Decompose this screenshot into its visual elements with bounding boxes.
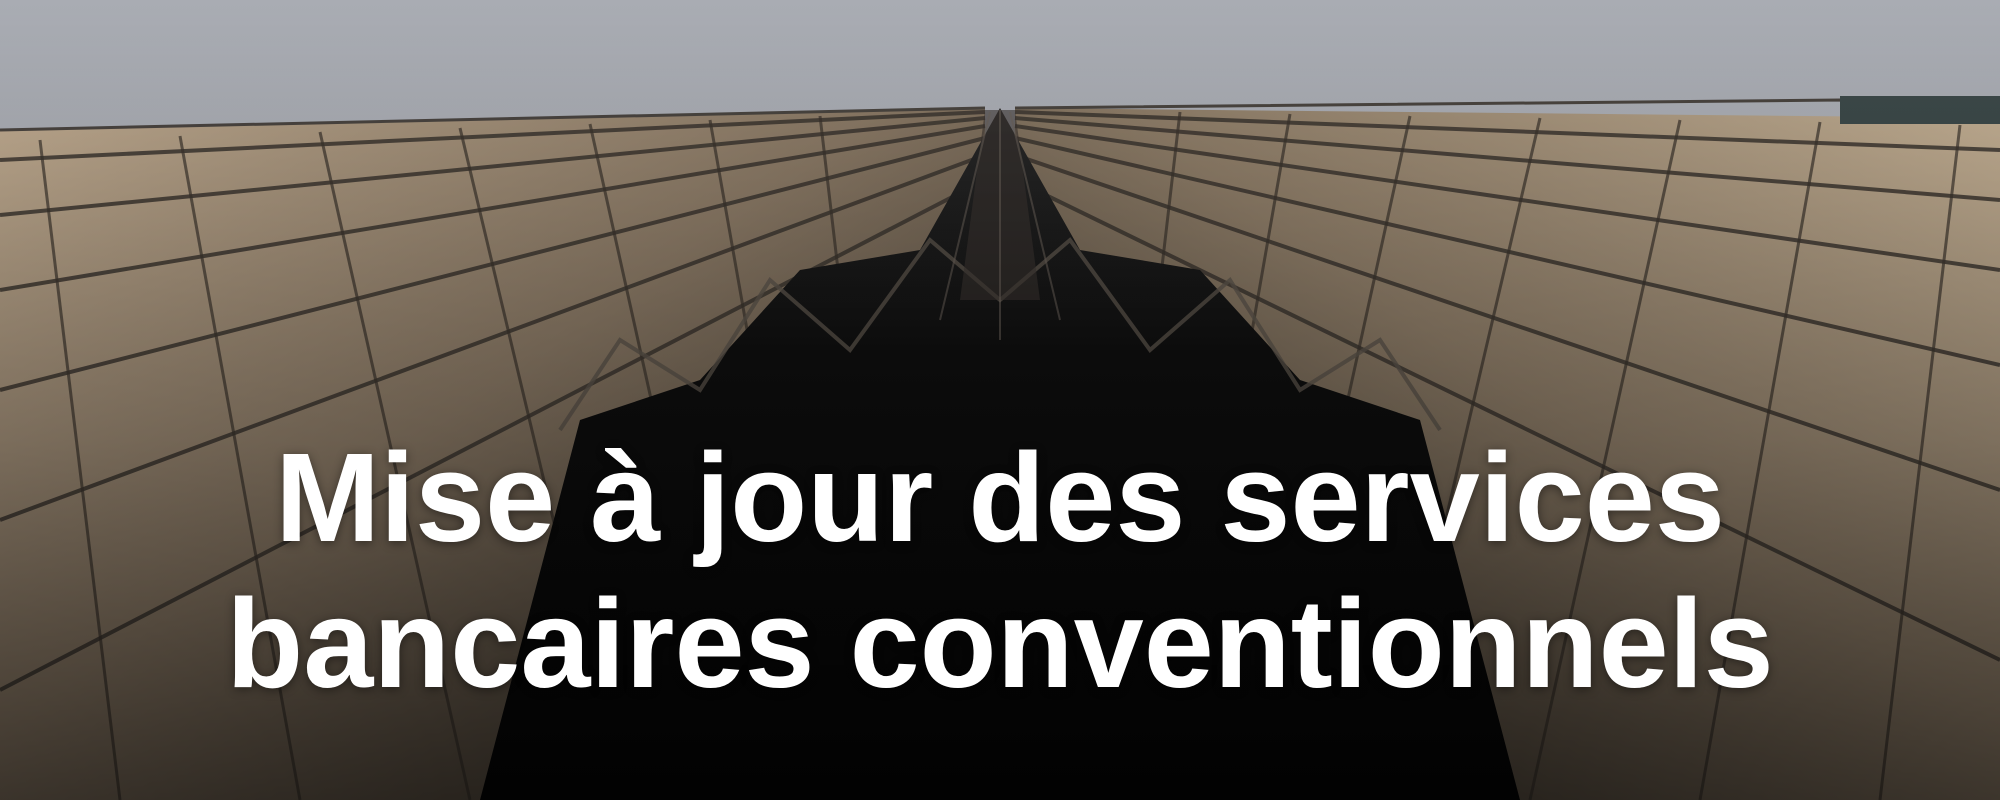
headline-line-2: bancaires conventionnels: [226, 573, 1774, 714]
headline-line-1: Mise à jour des services: [275, 427, 1725, 568]
hero-banner: Mise à jour des services bancaires conve…: [0, 0, 2000, 800]
headline: Mise à jour des services bancaires conve…: [0, 425, 2000, 717]
